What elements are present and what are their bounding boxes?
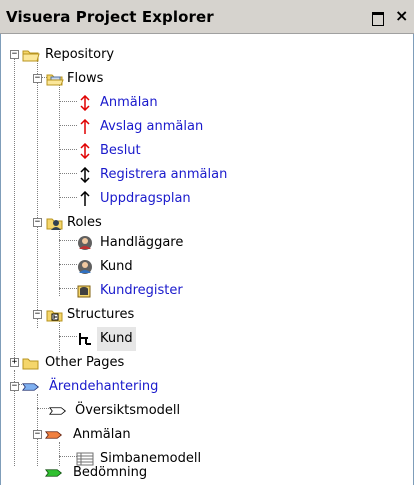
orange-process-arrow-icon: [45, 431, 63, 439]
collapse-icon[interactable]: −: [33, 74, 42, 83]
node-label: Flows: [67, 71, 104, 86]
black-arrow-up-icon: [80, 191, 90, 206]
tree-node-flow[interactable]: Avslag anmälan: [1, 115, 414, 139]
red-arrow-up-icon: [80, 119, 90, 134]
node-label: Handläggare: [100, 235, 184, 250]
tree-node-role[interactable]: Handläggare: [1, 231, 414, 255]
expand-icon[interactable]: +: [10, 358, 19, 367]
white-process-arrow-icon: [49, 407, 67, 415]
tree-node-flows[interactable]: − Flows: [1, 67, 414, 91]
red-double-arrow-icon: [80, 95, 90, 111]
collapse-icon[interactable]: −: [33, 310, 42, 319]
tree-node-flow[interactable]: Beslut: [1, 139, 414, 163]
hierarchy-icon: [79, 333, 91, 345]
close-icon[interactable]: ×: [395, 8, 408, 24]
project-explorer-panel: Visuera Project Explorer × − Repository …: [0, 0, 414, 485]
panel-title: Visuera Project Explorer: [6, 8, 214, 26]
node-label: Beslut: [100, 143, 141, 158]
person-red-icon: [78, 236, 92, 250]
folder-structures-icon: [46, 310, 63, 322]
tree-node-other-pages[interactable]: + Other Pages: [1, 351, 414, 375]
collapse-icon[interactable]: −: [33, 218, 42, 227]
tree-node-role[interactable]: Kundregister: [1, 279, 414, 303]
node-label: Avslag anmälan: [100, 119, 204, 134]
blue-process-arrow-icon: [22, 383, 40, 391]
node-label: Other Pages: [45, 355, 125, 370]
tree-node-flow[interactable]: Anmälan: [1, 91, 414, 115]
collapse-icon[interactable]: −: [33, 430, 42, 439]
folder-icon: [22, 358, 39, 370]
folder-roles-icon: [46, 218, 63, 230]
tree-node-anmalan[interactable]: − Anmälan: [1, 423, 414, 447]
node-label: Kundregister: [100, 283, 183, 298]
collapse-icon[interactable]: −: [10, 50, 19, 59]
node-label: Kund: [97, 327, 136, 351]
node-label: Bedömning: [73, 465, 148, 480]
node-label: Structures: [67, 307, 135, 322]
black-double-arrow-icon: [80, 167, 90, 183]
tree-node-bedomning[interactable]: Bedömning: [1, 461, 414, 485]
tree-node-repository[interactable]: − Repository: [1, 43, 414, 67]
tree-node-flow[interactable]: Registrera anmälan: [1, 163, 414, 187]
node-label: Översiktsmodell: [75, 403, 181, 418]
collapse-icon[interactable]: −: [10, 382, 19, 391]
project-tree: − Repository − Flows Anmälan Avslag anmä…: [0, 34, 414, 485]
tree-node-flow[interactable]: Uppdragsplan: [1, 187, 414, 211]
person-blue-icon: [78, 260, 92, 274]
node-label: Registrera anmälan: [100, 167, 228, 182]
red-double-arrow-icon: [80, 143, 90, 159]
folder-open-icon: [22, 50, 40, 62]
title-bar: Visuera Project Explorer ×: [0, 0, 414, 34]
node-label: Anmälan: [100, 95, 158, 110]
database-role-icon: [77, 285, 91, 298]
node-label: Kund: [100, 259, 133, 274]
node-label: Anmälan: [73, 427, 131, 442]
node-label: Ärendehantering: [49, 379, 159, 394]
tree-node-structures[interactable]: − Structures: [1, 303, 414, 327]
folder-flows-icon: [46, 74, 64, 86]
node-label: Uppdragsplan: [100, 191, 191, 206]
green-process-arrow-icon: [45, 469, 63, 477]
node-label: Repository: [45, 47, 115, 62]
maximize-icon[interactable]: [372, 12, 384, 26]
tree-node-arendehantering[interactable]: − Ärendehantering: [1, 375, 414, 399]
tree-node-structure[interactable]: Kund: [1, 327, 414, 351]
tree-node-oversiktsmodell[interactable]: Översiktsmodell: [1, 399, 414, 423]
tree-node-role[interactable]: Kund: [1, 255, 414, 279]
